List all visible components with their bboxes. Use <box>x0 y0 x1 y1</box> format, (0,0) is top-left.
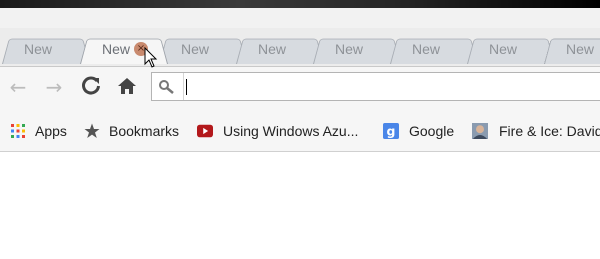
reload-icon <box>82 76 100 95</box>
desktop-background-strip <box>0 0 600 8</box>
forward-button[interactable]: → <box>42 75 66 99</box>
omnibox-input[interactable] <box>151 72 600 101</box>
tab-title: New <box>412 41 441 57</box>
text-caret <box>186 79 187 95</box>
home-icon <box>118 78 136 94</box>
tab-new-5[interactable]: New <box>313 33 401 64</box>
tab-title: New <box>489 41 518 57</box>
tab-new-1[interactable]: New <box>2 33 90 64</box>
tab-title: New <box>258 41 287 57</box>
tab-title: New <box>335 41 364 57</box>
bookmark-label: Bookmarks <box>109 123 180 139</box>
tab-new-7[interactable]: New <box>467 33 555 64</box>
back-button[interactable]: ← <box>6 75 30 99</box>
tab-new-8[interactable]: New <box>544 33 600 64</box>
youtube-icon <box>197 124 213 138</box>
tab-new-6[interactable]: New <box>390 33 478 64</box>
apps-grid-icon <box>11 124 25 138</box>
bookmark-label: Apps <box>35 123 67 139</box>
browser-toolbar: ← → <box>0 66 600 107</box>
page-content <box>0 152 600 259</box>
bookmarks-bar: Apps Bookmarks Using Windows Azu... g Go… <box>0 106 600 152</box>
bookmark-label: Using Windows Azu... <box>223 123 359 139</box>
tab-new-3[interactable]: New <box>159 33 247 64</box>
tab-title: New <box>24 41 53 57</box>
avatar-icon <box>472 123 488 139</box>
star-icon <box>84 123 100 138</box>
bookmark-label: Google <box>409 123 455 139</box>
tab-title: New <box>566 41 595 57</box>
google-icon: g <box>383 123 399 139</box>
bookmark-label: Fire & Ice: David <box>499 123 600 139</box>
tab-new-4[interactable]: New <box>236 33 324 64</box>
svg-text:g: g <box>387 123 396 138</box>
tab-title: New <box>102 41 131 57</box>
search-icon <box>159 80 174 94</box>
tab-strip: New New New New New New New New × <box>0 28 600 66</box>
reload-button[interactable] <box>79 75 103 99</box>
home-button[interactable] <box>115 75 139 99</box>
mouse-cursor-icon <box>144 47 158 68</box>
tab-title: New <box>181 41 210 57</box>
